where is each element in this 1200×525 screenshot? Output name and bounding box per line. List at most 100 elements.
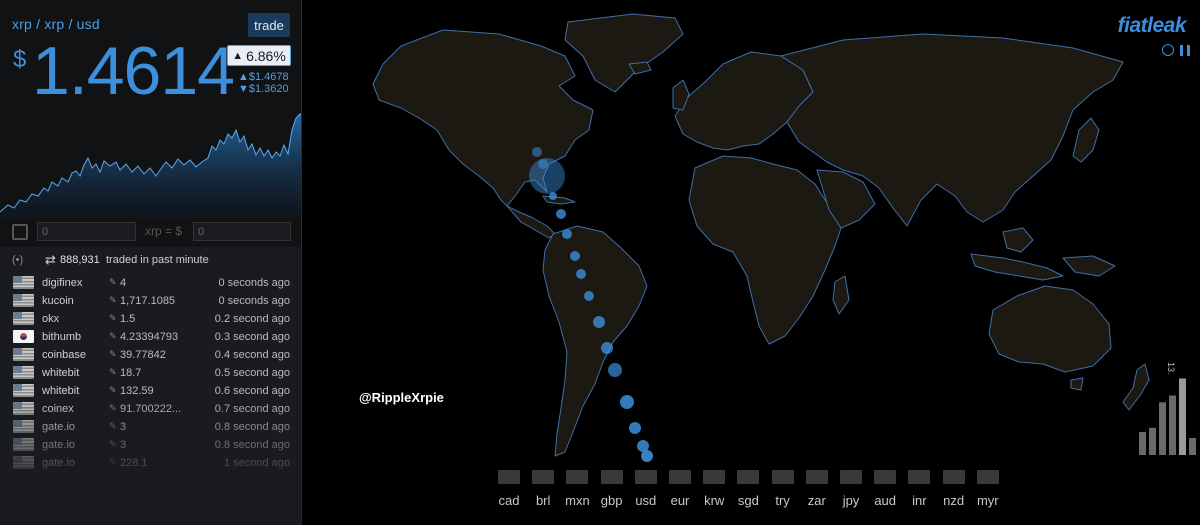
down-triangle-icon: ▼ [238, 83, 249, 95]
landmass-indonesia [970, 253, 1064, 281]
volume-label: 13. [1166, 362, 1176, 375]
flow-bubble [608, 363, 622, 377]
flag-cad-icon [498, 470, 520, 484]
up-triangle-icon: ▲ [238, 71, 249, 83]
day-low: ▼$1.3620 [238, 83, 289, 95]
currency-mxn[interactable]: mxn [560, 462, 594, 516]
trade-amount: 1,717.1085 [120, 295, 176, 307]
volume-bar [1159, 402, 1166, 455]
currency-label: inr [912, 493, 927, 508]
exchange-name: gate.io [42, 421, 76, 433]
flow-bubble [584, 291, 594, 301]
flag-us-icon [13, 402, 34, 415]
ticker-panel: xrp / xrp / usd trade $ 1.4614 ▲ 6.86% ▲… [0, 0, 302, 525]
volume-bar [1149, 427, 1156, 455]
flag-nzd-icon [942, 470, 965, 484]
currency-eur[interactable]: eur [663, 462, 697, 516]
currency-aud[interactable]: aud [868, 462, 902, 516]
trade-time: 0.7 second ago [214, 403, 290, 415]
currency-label: eur [670, 493, 690, 508]
trade-time: 0.6 second ago [214, 385, 290, 397]
exchange-name: whitebit [42, 385, 80, 397]
trade-row: kucoin ✎ 1,717.1085 0 seconds ago [0, 292, 301, 310]
landmass-caribbean [542, 195, 576, 205]
currency-sgd[interactable]: sgd [731, 462, 765, 516]
usd-amount-input[interactable] [193, 222, 291, 241]
price-change-value: 6.86% [246, 47, 286, 64]
trades-feed: (•) ⇄ 888,931 traded in past minute digi… [0, 247, 301, 525]
trade-row: gate.io ✎ 3 0.8 second ago [0, 418, 301, 436]
exchange-name: okx [42, 313, 60, 325]
currency-label: try [775, 493, 790, 508]
currency-label: gbp [600, 493, 623, 508]
landmass-greenland [564, 13, 684, 93]
landmass-central-america [506, 205, 556, 239]
trade-time: 0 seconds ago [218, 277, 290, 289]
xrp-amount-input[interactable] [37, 222, 136, 241]
day-low-value: $1.3620 [248, 83, 289, 95]
currency-gbp[interactable]: gbp [595, 462, 629, 516]
currency-zar[interactable]: zar [800, 462, 834, 516]
currency-pair[interactable]: xrp / xrp / usd [12, 16, 100, 32]
trade-time: 0.5 second ago [214, 367, 290, 379]
volume-bar [1169, 395, 1176, 455]
trade-amount: 4 [120, 277, 127, 289]
flow-bubble [562, 229, 572, 239]
watermark-handle: @RippleXrpie [359, 390, 444, 405]
xrp-coin-icon: ✎ [109, 331, 117, 341]
flag-us-icon [13, 384, 34, 397]
trade-amount: 228.1 [120, 457, 148, 469]
exchange-name: gate.io [42, 439, 76, 451]
landmass-tasmania [1070, 377, 1084, 391]
xrp-coin-icon: ✎ [109, 385, 117, 395]
currency-label: jpy [842, 493, 860, 508]
currency-label: cad [498, 493, 520, 508]
trade-row: digifinex ✎ 4 0 seconds ago [0, 274, 301, 292]
currency-inr[interactable]: inr [902, 462, 936, 516]
trade-amount: 39.77842 [120, 349, 166, 361]
currency-try[interactable]: try [766, 462, 800, 516]
globe-icon[interactable] [1162, 44, 1174, 56]
currency-nzd[interactable]: nzd [937, 462, 971, 516]
pause-icon[interactable] [1180, 45, 1190, 56]
trade-button[interactable]: trade [248, 13, 290, 37]
currency-label: usd [635, 493, 657, 508]
currency-jpy[interactable]: jpy [834, 462, 868, 516]
broadcast-icon[interactable]: (•) [12, 254, 23, 266]
trade-time: 0.4 second ago [214, 349, 290, 361]
currency-usd[interactable]: usd [629, 462, 663, 516]
trade-row: okx ✎ 1.5 0.2 second ago [0, 310, 301, 328]
flow-bubble [593, 316, 605, 328]
trade-time: 0.3 second ago [214, 331, 290, 343]
currency-label: mxn [565, 493, 590, 508]
landmass-south-america [542, 225, 648, 457]
flow-bubble [570, 251, 580, 261]
currency-symbol: $ [13, 46, 27, 73]
trade-amount: 4.23394793 [120, 331, 179, 343]
landmass-madagascar [832, 275, 850, 315]
exchange-name: kucoin [42, 295, 74, 307]
xrp-coin-icon: ✎ [109, 295, 117, 305]
currency-brl[interactable]: brl [526, 462, 560, 516]
xrp-coin-icon: ✎ [109, 421, 117, 431]
flag-us-icon [13, 366, 34, 379]
currency-cad[interactable]: cad [492, 462, 526, 516]
currency-label: brl [535, 493, 551, 508]
currency-label: nzd [943, 493, 965, 508]
flag-us-icon [13, 294, 34, 307]
currency-myr[interactable]: myr [971, 462, 1005, 516]
flag-eur-icon [669, 470, 691, 484]
calculator-icon[interactable] [12, 224, 28, 240]
flag-jpy-icon [840, 470, 862, 484]
trade-amount: 18.7 [120, 367, 142, 379]
sparkline-area [0, 114, 301, 218]
converter-row: xrp = $ [0, 218, 301, 246]
landmass-borneo [1002, 227, 1034, 253]
currency-krw[interactable]: krw [697, 462, 731, 516]
flag-zar-icon [805, 470, 828, 484]
current-price: 1.4614 [32, 33, 235, 109]
flow-bubble [641, 450, 653, 462]
landmass-africa [688, 155, 844, 345]
fiatleak-logo[interactable]: fiatleak [1118, 14, 1187, 38]
trade-row: gate.io ✎ 228.1 1 second ago [0, 454, 301, 472]
